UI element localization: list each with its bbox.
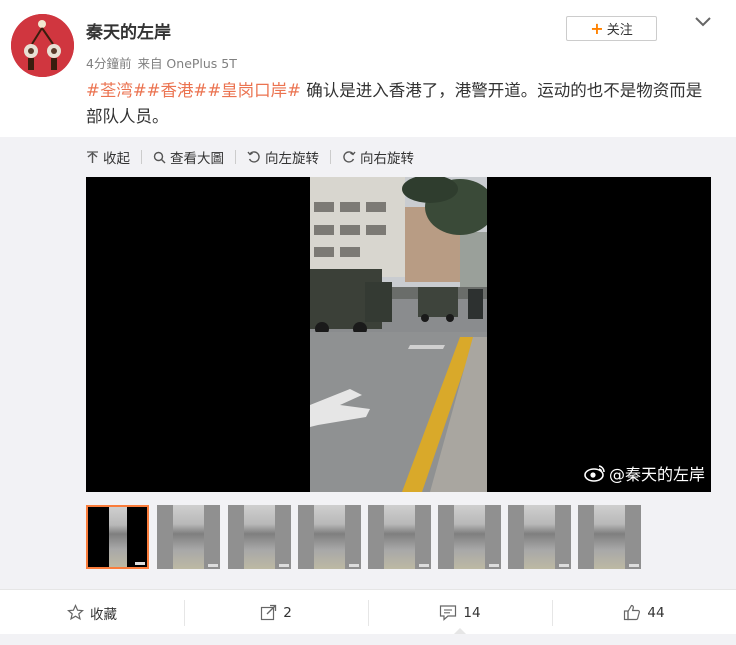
collapse-button[interactable]: 收起 [86, 147, 130, 167]
avatar-image [11, 14, 74, 77]
comment-button[interactable]: 14 [368, 590, 552, 636]
thumbnail[interactable] [438, 505, 501, 569]
toolbar-divider [141, 150, 142, 164]
video-frame [310, 177, 487, 492]
hashtag-link[interactable]: #荃湾# [86, 81, 147, 100]
street-scene-image [310, 177, 487, 492]
comment-count: 14 [463, 604, 481, 621]
thumbs-up-icon [624, 604, 641, 621]
thumbnail[interactable] [368, 505, 431, 569]
view-large-label: 查看大圖 [170, 151, 224, 167]
plus-icon: + [590, 18, 604, 38]
post-time[interactable]: 4分鐘前 [86, 56, 131, 71]
like-button[interactable]: 44 [552, 590, 736, 635]
follow-label: 关注 [606, 23, 633, 38]
rotate-left-button[interactable]: 向左旋转 [247, 147, 319, 167]
media-toolbar: 收起 查看大圖 向左旋转 向右旋转 [86, 147, 414, 167]
action-bar: 收藏 2 14 44 [0, 589, 736, 636]
view-large-button[interactable]: 查看大圖 [153, 147, 224, 167]
post-source: 来自 OnePlus 5T [137, 56, 237, 71]
rotate-right-button[interactable]: 向右旋转 [342, 147, 414, 167]
star-icon [67, 604, 84, 621]
watermark-text: @秦天的左岸 [608, 465, 705, 484]
video-player[interactable]: @秦天的左岸 [86, 177, 711, 492]
username[interactable]: 秦天的左岸 [86, 18, 171, 43]
repost-button[interactable]: 2 [184, 590, 368, 635]
thumbnail[interactable] [508, 505, 571, 569]
thumbnail[interactable] [157, 505, 220, 569]
user-avatar[interactable] [11, 14, 74, 77]
collapse-label: 收起 [103, 151, 130, 167]
chevron-down-icon[interactable] [693, 15, 713, 29]
rotate-left-label: 向左旋转 [265, 151, 319, 167]
video-watermark: @秦天的左岸 [584, 461, 705, 485]
comment-icon [440, 605, 457, 621]
feed-gap [0, 634, 736, 645]
toolbar-divider [330, 150, 331, 164]
post-content: #荃湾##香港##皇岗口岸# 确认是进入香港了，港警开道。运动的也不是物资而是部… [86, 78, 716, 130]
weibo-logo-icon [584, 465, 605, 482]
rotate-right-label: 向右旋转 [360, 151, 414, 167]
thumbnail[interactable] [228, 505, 291, 569]
hashtag-link[interactable]: #香港# [147, 81, 208, 100]
hashtag-link[interactable]: #皇岗口岸# [207, 81, 301, 100]
post-meta: 4分鐘前 来自 OnePlus 5T [86, 53, 237, 72]
follow-button[interactable]: + 关注 [566, 16, 657, 41]
rotate-right-icon [343, 150, 356, 163]
favorite-button[interactable]: 收藏 [0, 590, 184, 635]
favorite-label: 收藏 [90, 606, 117, 623]
like-count: 44 [647, 604, 665, 621]
repost-icon [261, 604, 277, 621]
search-icon [153, 151, 166, 163]
thumbnail[interactable] [578, 505, 641, 569]
rotate-left-icon [247, 150, 260, 163]
collapse-icon [87, 150, 98, 163]
weibo-post: 秦天的左岸 + 关注 4分鐘前 来自 OnePlus 5T #荃湾##香港##皇岗… [0, 0, 736, 645]
thumbnail-selected[interactable] [86, 505, 149, 569]
repost-count: 2 [283, 604, 292, 621]
toolbar-divider [235, 150, 236, 164]
thumbnail[interactable] [298, 505, 361, 569]
